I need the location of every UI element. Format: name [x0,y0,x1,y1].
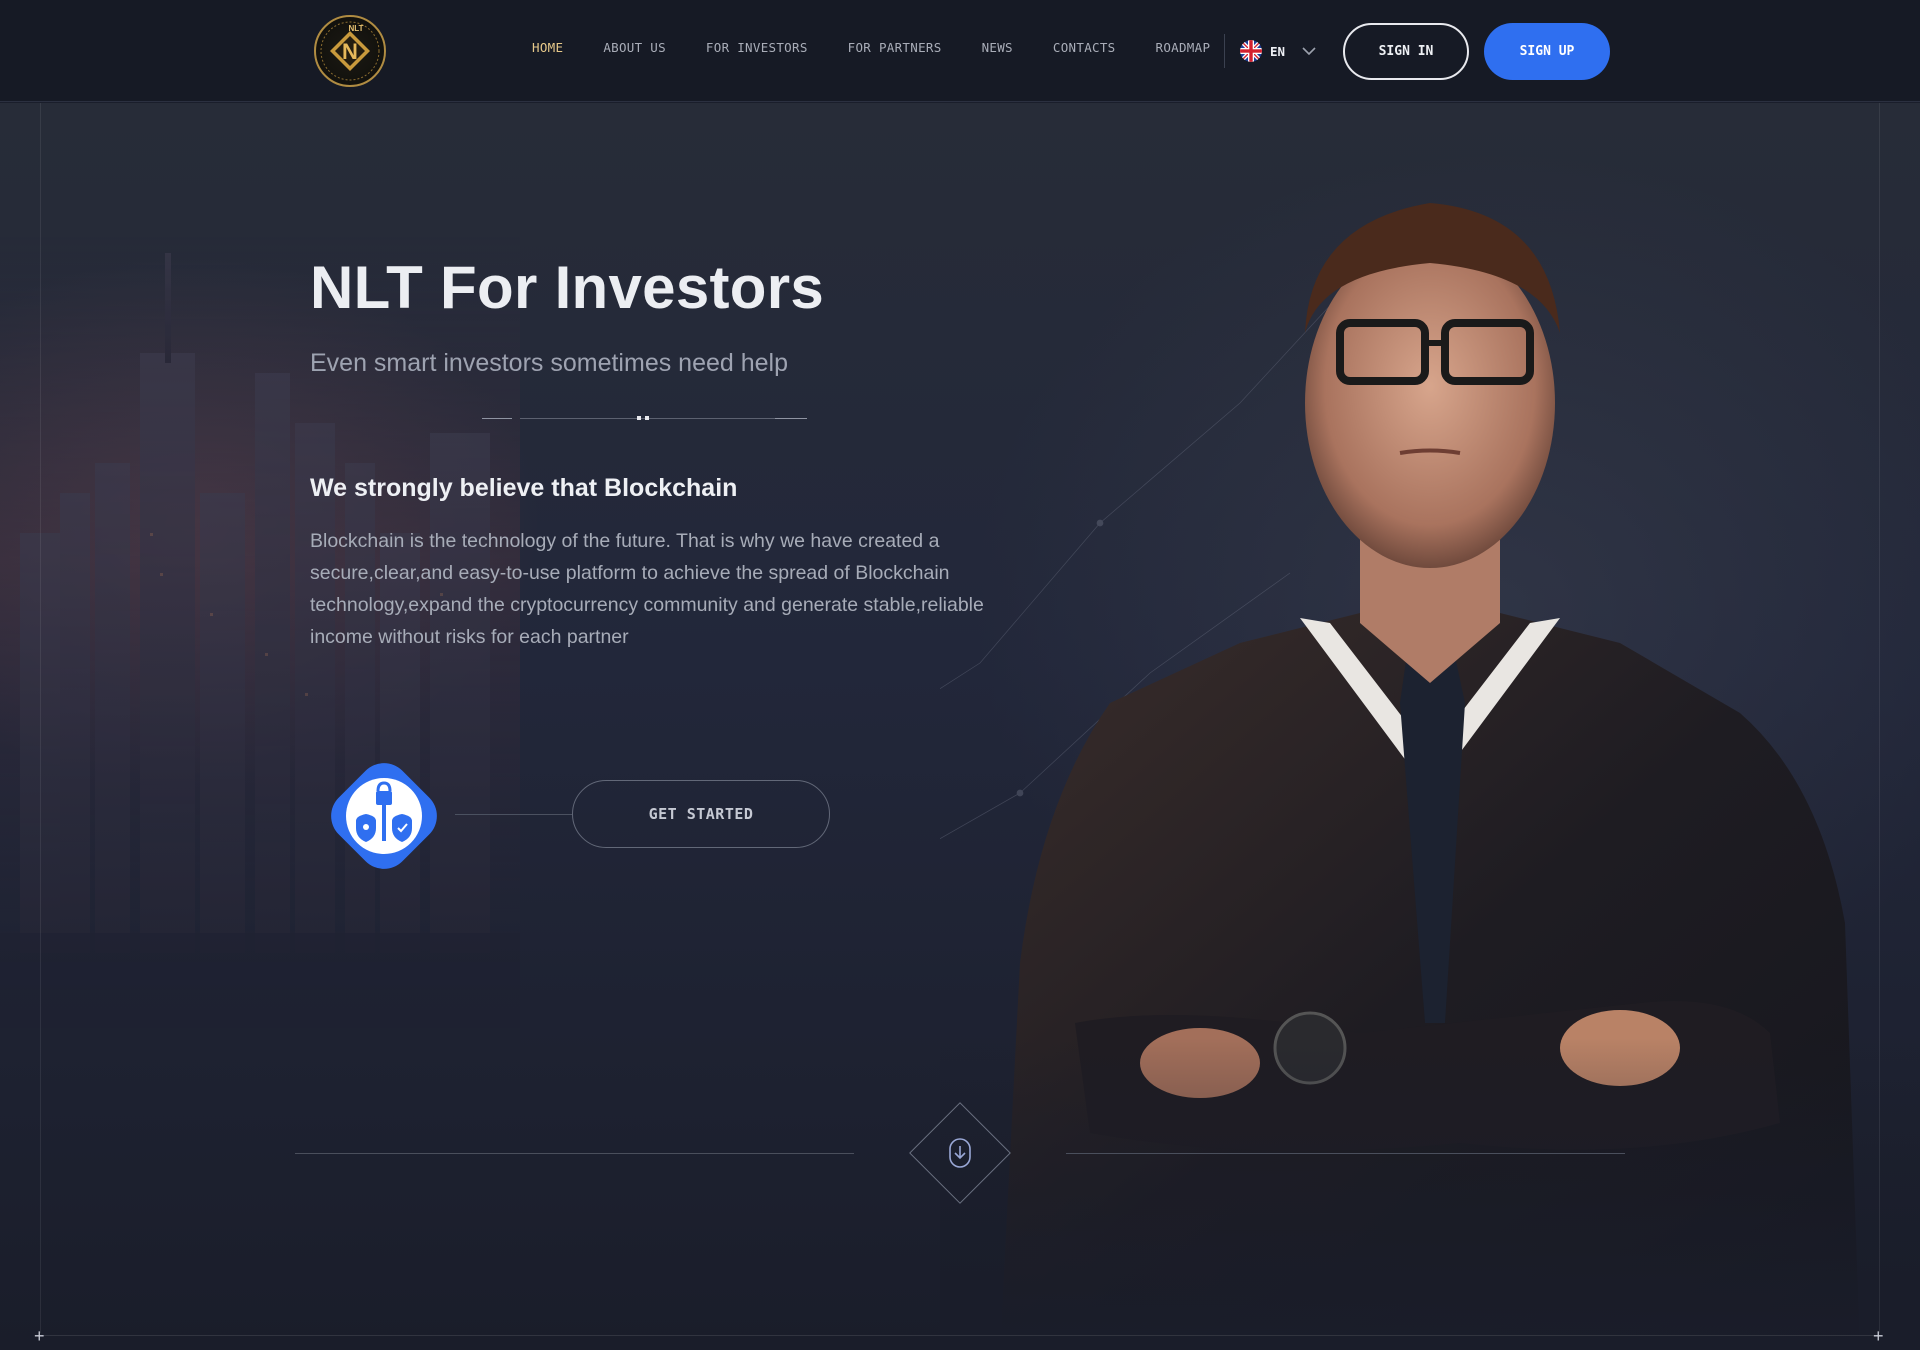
badge-connector-line [455,814,572,815]
chevron-down-icon [1302,47,1316,56]
frame-line-right [1879,103,1880,1333]
decorative-dot [637,416,641,420]
hero-section: + + NLT For Investors Even smart investo… [0,103,1920,1350]
decorative-line [482,418,512,419]
language-code: EN [1270,43,1286,59]
nlt-logo[interactable]: N NLT [314,15,386,87]
main-nav: HOME ABOUT US FOR INVESTORS FOR PARTNERS… [532,40,1250,55]
svg-text:N: N [342,39,358,64]
frame-line-bottom [40,1335,1880,1336]
frame-line-left [40,103,41,1333]
hero-lead-heading: We strongly believe that Blockchain [310,474,738,502]
hero-subtitle: Even smart investors sometimes need help [310,349,788,377]
logo-text: NLT [349,24,364,33]
businessman-image [940,103,1920,1350]
decorative-line [520,418,807,419]
uk-flag-icon [1240,40,1262,62]
nav-roadmap[interactable]: ROADMAP [1156,40,1211,55]
logo-emblem-icon: N NLT [320,21,380,81]
nav-news[interactable]: NEWS [982,40,1013,55]
hero-description: Blockchain is the technology of the futu… [310,530,984,648]
divider-line-right [1066,1153,1625,1154]
nav-about-us[interactable]: ABOUT US [603,40,666,55]
sign-in-button[interactable]: SIGN IN [1343,23,1469,80]
security-shield-icon [331,763,437,869]
get-started-button[interactable]: GET STARTED [572,780,830,848]
scroll-down-icon [949,1138,971,1168]
top-navigation-bar: N NLT HOME ABOUT US FOR INVESTORS FOR PA… [0,0,1920,102]
nav-contacts[interactable]: CONTACTS [1053,40,1116,55]
sign-up-button[interactable]: SIGN UP [1484,23,1610,80]
plus-marker-icon: + [34,1326,45,1346]
plus-marker-icon: + [1873,1326,1884,1346]
nav-divider [1224,34,1225,68]
divider-line-left [295,1153,854,1154]
language-selector[interactable]: EN [1240,38,1317,64]
decorative-dot [645,416,649,420]
decorative-line [775,418,807,419]
hero-title: NLT For Investors [310,254,825,321]
nav-home[interactable]: HOME [532,40,563,55]
nav-for-investors[interactable]: FOR INVESTORS [706,40,808,55]
nav-for-partners[interactable]: FOR PARTNERS [848,40,942,55]
